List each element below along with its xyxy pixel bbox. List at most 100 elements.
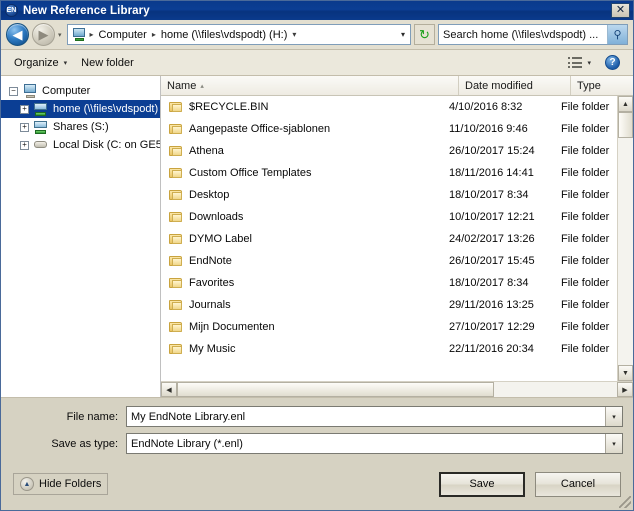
tree-item-shares[interactable]: + Shares (S:) [1, 118, 160, 136]
table-row[interactable]: $RECYCLE.BIN 4/10/2016 8:32 File folder [161, 96, 617, 118]
close-icon[interactable]: ✕ [611, 3, 630, 18]
organize-button[interactable]: Organize ▾ [7, 54, 74, 72]
table-row[interactable]: Desktop 18/10/2017 8:34 File folder [161, 184, 617, 206]
table-row[interactable]: Mijn Documenten 27/10/2017 12:29 File fold… [161, 316, 617, 338]
folder-icon [169, 255, 183, 267]
breadcrumb-caret-root[interactable]: ▸ [89, 30, 95, 39]
resize-grip[interactable] [619, 496, 631, 508]
tree-item-home[interactable]: + home (\\files\vdspodt) [1, 100, 160, 118]
file-name-cell: DYMO Label [161, 233, 443, 245]
cancel-button[interactable]: Cancel [535, 471, 621, 497]
file-name-text: Custom Office Templates [189, 167, 312, 179]
horizontal-scroll-thumb[interactable] [177, 382, 494, 397]
dialog-body: − Computer + home (\\files\vdspodt) + Sh… [1, 76, 633, 398]
folder-icon [169, 233, 183, 245]
table-row[interactable]: Athena 26/10/2017 15:24 File folder [161, 140, 617, 162]
table-row[interactable]: Favorites 18/10/2017 8:34 File folder [161, 272, 617, 294]
save-file-dialog: EN New Reference Library ✕ ◀ ▶ ▾ ▸ Compu… [0, 0, 634, 511]
address-field[interactable]: ▸ Computer ▸ home (\\files\vdspodt) (H:)… [66, 24, 411, 45]
save-as-type-value: EndNote Library (*.enl) [131, 437, 243, 450]
scroll-down-button[interactable]: ▼ [618, 365, 633, 381]
refresh-icon[interactable]: ↻ [414, 24, 435, 45]
disk-icon [33, 138, 49, 152]
save-as-type-select[interactable]: EndNote Library (*.enl) ▾ [126, 433, 623, 454]
file-name-text: Favorites [189, 277, 235, 289]
file-name-text: My Music [189, 343, 236, 355]
folder-icon [169, 343, 183, 355]
table-row[interactable]: Custom Office Templates 18/11/2016 14:41 F… [161, 162, 617, 184]
tree-item-local-disk[interactable]: + Local Disk (C: on GE55 [1, 136, 160, 154]
computer-icon [22, 84, 38, 98]
hide-folders-button[interactable]: ▲ Hide Folders [13, 473, 109, 495]
command-toolbar: Organize ▾ New folder ▾ ? [1, 50, 633, 76]
expand-icon[interactable]: + [20, 140, 29, 150]
table-row[interactable]: Aangepaste Office-sjablonen 11/10/2016 9:… [161, 118, 617, 140]
file-name-cell: Journals [161, 299, 443, 311]
back-button[interactable]: ◀ [6, 23, 29, 46]
horizontal-scroll-track[interactable] [177, 382, 617, 397]
scroll-right-button[interactable]: ▶ [617, 382, 633, 397]
breadcrumb-item-computer[interactable]: Computer [98, 29, 148, 41]
breadcrumb-item-home[interactable]: home (\\files\vdspodt) (H:) [160, 29, 289, 41]
address-bar: ◀ ▶ ▾ ▸ Computer ▸ home (\\files\vdspodt… [1, 20, 633, 50]
expand-icon[interactable]: + [20, 122, 29, 132]
file-name-label: File name: [66, 410, 118, 423]
column-header-name-label: Name [167, 79, 197, 92]
breadcrumb-caret-2[interactable]: ▾ [291, 30, 297, 39]
scroll-up-button[interactable]: ▲ [618, 96, 633, 112]
table-row[interactable]: EndNote 26/10/2017 15:45 File folder [161, 250, 617, 272]
file-name-text: Downloads [189, 211, 244, 223]
file-name-input[interactable]: My EndNote Library.enl ▾ [126, 406, 623, 427]
new-folder-button[interactable]: New folder [74, 54, 141, 72]
file-name-value: My EndNote Library.enl [131, 410, 246, 423]
column-header-name[interactable]: Name ▴ [161, 76, 459, 95]
chevron-down-icon[interactable]: ▾ [605, 434, 622, 453]
save-button[interactable]: Save [439, 471, 525, 497]
column-header-type-label: Type [577, 79, 601, 92]
column-header-date-label: Date modified [465, 79, 533, 92]
tree-item-label: Computer [42, 85, 91, 97]
file-name-cell: $RECYCLE.BIN [161, 101, 443, 113]
breadcrumb-caret-1[interactable]: ▸ [151, 30, 157, 39]
file-name-cell: Custom Office Templates [161, 167, 443, 179]
file-type-cell: File folder [561, 299, 610, 311]
tree-item-computer[interactable]: − Computer [1, 82, 160, 100]
vertical-scroll-track[interactable] [618, 112, 633, 365]
collapse-icon[interactable]: − [9, 86, 18, 96]
navigation-tree: − Computer + home (\\files\vdspodt) + Sh… [1, 76, 161, 397]
column-headers: Name ▴ Date modified Type [161, 76, 633, 96]
column-header-date[interactable]: Date modified [459, 76, 571, 95]
file-date-cell: 26/10/2017 15:24 [449, 145, 535, 157]
folder-icon [169, 145, 183, 157]
hide-folders-label: Hide Folders [39, 478, 102, 490]
change-view-button[interactable]: ▾ [560, 53, 598, 72]
table-row[interactable]: My Music 22/11/2016 20:34 File folder [161, 338, 617, 360]
help-button[interactable]: ? [598, 52, 627, 73]
column-header-type[interactable]: Type [571, 76, 633, 95]
folder-icon [169, 277, 183, 289]
horizontal-scrollbar[interactable]: ◀ ▶ [161, 381, 633, 397]
file-type-cell: File folder [561, 277, 610, 289]
vertical-scroll-thumb[interactable] [618, 112, 633, 138]
history-dropdown-icon[interactable]: ▾ [58, 31, 62, 39]
search-icon[interactable]: ⚲ [607, 25, 627, 44]
file-date-cell: 27/10/2017 12:29 [449, 321, 535, 333]
scroll-left-button[interactable]: ◀ [161, 382, 177, 397]
save-form: File name: My EndNote Library.enl ▾ Save… [1, 398, 633, 464]
table-row[interactable]: Journals 29/11/2016 13:25 File folder [161, 294, 617, 316]
vertical-scrollbar[interactable]: ▲ ▼ [617, 96, 633, 381]
table-row[interactable]: DYMO Label 24/02/2017 13:26 File folder [161, 228, 617, 250]
title-bar: EN New Reference Library ✕ [1, 1, 633, 20]
address-dropdown-icon[interactable]: ▾ [401, 30, 407, 39]
expand-icon[interactable]: + [20, 104, 29, 114]
chevron-down-icon[interactable]: ▾ [605, 407, 622, 426]
file-rows: $RECYCLE.BIN 4/10/2016 8:32 File folder Aan… [161, 96, 617, 381]
search-input[interactable]: Search home (\\files\vdspodt) ... ⚲ [438, 24, 628, 45]
file-date-cell: 10/10/2017 12:21 [449, 211, 535, 223]
file-name-row: File name: My EndNote Library.enl ▾ [11, 406, 623, 427]
file-type-cell: File folder [561, 211, 610, 223]
forward-button[interactable]: ▶ [32, 23, 55, 46]
table-row[interactable]: Downloads 10/10/2017 12:21 File folder [161, 206, 617, 228]
new-folder-label: New folder [81, 56, 134, 69]
file-type-cell: File folder [561, 145, 610, 157]
